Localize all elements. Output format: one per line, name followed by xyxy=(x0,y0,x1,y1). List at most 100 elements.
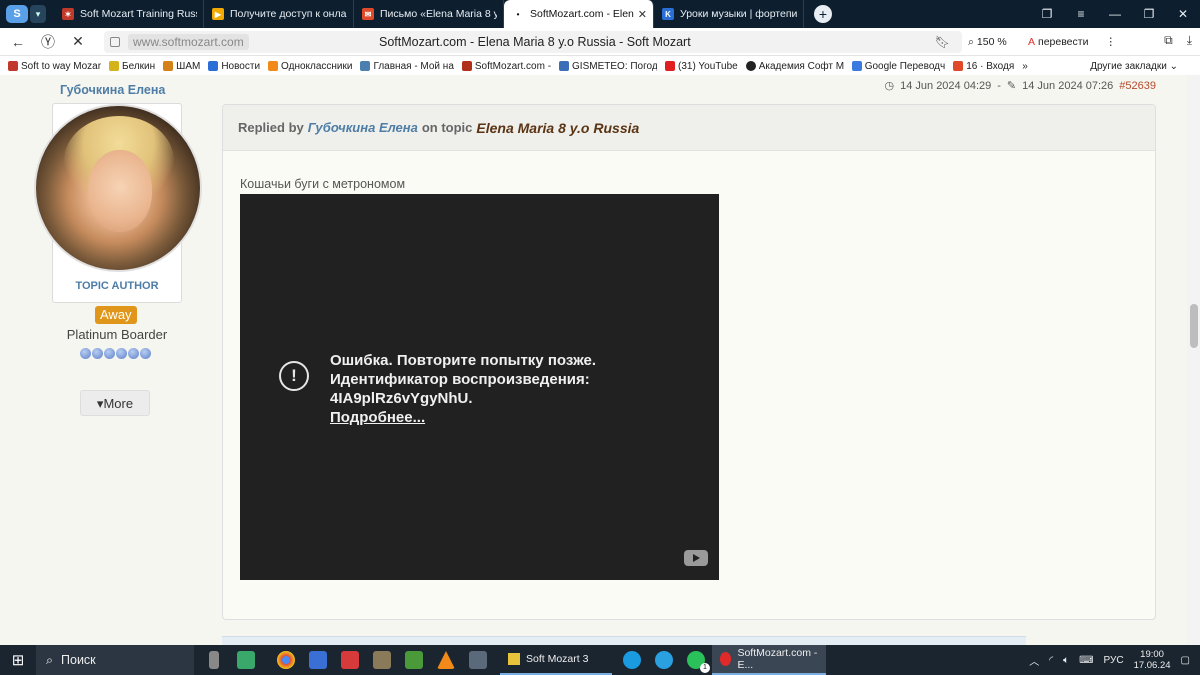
topic-author-label: TOPIC AUTHOR xyxy=(75,280,159,292)
taskbar-app-icon[interactable] xyxy=(302,645,334,675)
youtube-icon xyxy=(665,61,676,71)
bookmark-item[interactable]: Одноклассники xyxy=(268,61,352,72)
video-error-more-link[interactable]: Подробнее... xyxy=(330,408,596,427)
post-body: Replied by Губочкина Елена on topic Elen… xyxy=(222,104,1156,620)
taskbar-app-icon[interactable] xyxy=(398,645,430,675)
bookmark-label: SoftMozart.com - xyxy=(474,60,552,72)
translate-label: перевести xyxy=(1038,36,1089,48)
tab-softmozart-active[interactable]: • SoftMozart.com - Elena ✕ xyxy=(504,0,654,28)
taskbar-app-icon[interactable] xyxy=(230,645,262,675)
taskbar-app-icon[interactable]: 1 xyxy=(680,645,712,675)
mail-icon: ✉ xyxy=(362,8,374,20)
bookmark-item[interactable]: GISMETEO: Погод xyxy=(559,61,657,72)
rank-dot-icon xyxy=(128,348,139,359)
rank-dot-icon xyxy=(140,348,151,359)
bookmark-item[interactable]: Новости xyxy=(208,61,260,72)
lock-icon xyxy=(110,37,120,47)
bookmark-item[interactable]: Белкин xyxy=(109,61,155,72)
taskbar-app-icon[interactable] xyxy=(366,645,398,675)
tabs-overview-icon[interactable]: ❐ xyxy=(1030,7,1064,21)
yandex-browser-icon xyxy=(720,652,732,666)
topic-link[interactable]: Elena Maria 8 y.o Russia xyxy=(476,120,639,136)
bookmark-favicon-icon xyxy=(208,61,219,71)
tab-label: Soft Mozart Training Russi xyxy=(80,8,197,20)
other-bookmarks-label: Другие закладки xyxy=(1090,60,1167,72)
taskbar-app-icon[interactable] xyxy=(334,645,366,675)
other-bookmarks-folder[interactable]: Другие закладки ⌄ xyxy=(1090,61,1178,72)
bookmark-item[interactable]: SoftMozart.com - xyxy=(461,60,552,72)
taskbar-search[interactable]: ⌕ Поиск xyxy=(36,645,194,675)
browser-tab-bar: S ▾ ✶ Soft Mozart Training Russi ▶ Получ… xyxy=(0,0,1200,28)
taskbar-app-icon[interactable] xyxy=(198,645,230,675)
taskbar-window-browser[interactable]: SoftMozart.com - E... xyxy=(712,645,826,675)
tab-mail[interactable]: ✉ Письмо «Elena Maria 8 y.c xyxy=(354,0,504,28)
clock[interactable]: 19:00 17.06.24 xyxy=(1134,649,1171,671)
author-username[interactable]: Губочкина Елена xyxy=(60,83,165,97)
tab-label: Письмо «Elena Maria 8 y.c xyxy=(380,8,497,20)
stop-icon[interactable]: ✕ xyxy=(66,33,90,50)
taskbar-app-icon[interactable] xyxy=(616,645,648,675)
tab-access[interactable]: ▶ Получите доступ к онлай xyxy=(204,0,354,28)
bookmark-favicon-icon xyxy=(559,61,570,71)
scrollbar-thumb[interactable] xyxy=(1190,304,1198,348)
bookmark-item[interactable]: Академия Софт М xyxy=(745,61,844,72)
chevron-up-icon[interactable]: ︿ xyxy=(1029,653,1039,668)
bookmark-item[interactable]: Soft to way Mozar xyxy=(8,61,101,72)
windows-start-icon[interactable]: ⊞ xyxy=(0,645,36,675)
zoom-indicator[interactable]: ⌕ 150 % xyxy=(968,33,1007,51)
chevron-down-icon[interactable]: ▾ xyxy=(30,5,46,23)
vk-icon: K xyxy=(662,8,674,20)
notifications-icon[interactable]: ▢ xyxy=(1181,655,1190,666)
download-icon[interactable]: ⤓ xyxy=(1187,33,1192,48)
taskbar-window-soft-mozart[interactable]: Soft Mozart 3 xyxy=(500,645,612,675)
status-badge: Away xyxy=(95,306,137,324)
tab-music-lessons[interactable]: K Уроки музыки | фортепи xyxy=(654,0,804,28)
taskbar-app-icon[interactable] xyxy=(648,645,680,675)
minimize-icon[interactable]: — xyxy=(1098,7,1132,21)
rank-dot-icon xyxy=(116,348,127,359)
address-bar-actions: ⧉ ⤓ xyxy=(1164,33,1192,48)
extensions-icon[interactable]: ⧉ xyxy=(1164,33,1173,48)
yandex-icon[interactable]: Ⓨ xyxy=(36,32,60,52)
close-icon[interactable]: ✕ xyxy=(1166,7,1200,21)
wifi-icon[interactable]: ◜ xyxy=(1049,655,1053,666)
taskbar-app-icon[interactable] xyxy=(462,645,494,675)
restore-icon[interactable]: ❐ xyxy=(1132,7,1166,21)
bookmark-item[interactable]: ШАМ xyxy=(163,61,200,72)
volume-icon[interactable]: 🔈︎ xyxy=(1063,655,1069,666)
language-indicator[interactable]: РУС xyxy=(1104,655,1124,666)
back-arrow-icon[interactable]: ← xyxy=(6,34,30,50)
tab-soft-mozart-training[interactable]: ✶ Soft Mozart Training Russi xyxy=(54,0,204,28)
taskbar-window-label: SoftMozart.com - E... xyxy=(737,647,818,671)
more-button[interactable]: ▾More xyxy=(80,390,150,416)
page-scrollbar[interactable] xyxy=(1187,75,1200,645)
bookmark-item[interactable]: Google Переводч xyxy=(851,61,945,72)
bookmark-item[interactable]: Главная - Мой на xyxy=(360,61,454,72)
more-vertical-icon[interactable]: ⋮ xyxy=(1105,36,1116,48)
rank-dot-icon xyxy=(92,348,103,359)
keyboard-icon[interactable]: ⌨ xyxy=(1079,655,1093,666)
taskbar-window-label: Soft Mozart 3 xyxy=(526,653,589,665)
menu-icon[interactable]: ≡ xyxy=(1064,7,1098,21)
reply-author-link[interactable]: Губочкина Елена xyxy=(308,120,418,135)
taskbar-app-icon[interactable] xyxy=(270,645,302,675)
bookmark-item[interactable]: 16 · Входя xyxy=(953,61,1014,72)
bookmark-icon[interactable]: 🔖︎ xyxy=(935,35,950,49)
youtube-logo-icon[interactable] xyxy=(684,550,708,566)
vlc-icon xyxy=(437,651,455,669)
video-player[interactable]: ! Ошибка. Повторите попытку позже. Идент… xyxy=(240,194,719,580)
bookmark-item[interactable]: (31) YouTube xyxy=(665,61,738,72)
maps-icon xyxy=(237,651,255,669)
more-label: More xyxy=(103,396,134,411)
browser-menu-icon[interactable]: S xyxy=(6,5,28,23)
bookmarks-overflow-button[interactable]: » xyxy=(1022,61,1028,72)
post-id-link[interactable]: #52639 xyxy=(1119,80,1156,92)
tab-favicon-icon: ▶ xyxy=(212,8,224,20)
taskbar-app-icon[interactable] xyxy=(430,645,462,675)
translate-button[interactable]: A перевести ⋮ xyxy=(1028,33,1116,51)
avatar[interactable] xyxy=(34,104,202,272)
close-tab-icon[interactable]: ✕ xyxy=(638,8,647,21)
new-tab-button[interactable]: + xyxy=(814,5,832,23)
telegram-icon xyxy=(655,651,673,669)
url-field[interactable]: www.softmozart.com SoftMozart.com - Elen… xyxy=(104,31,962,53)
